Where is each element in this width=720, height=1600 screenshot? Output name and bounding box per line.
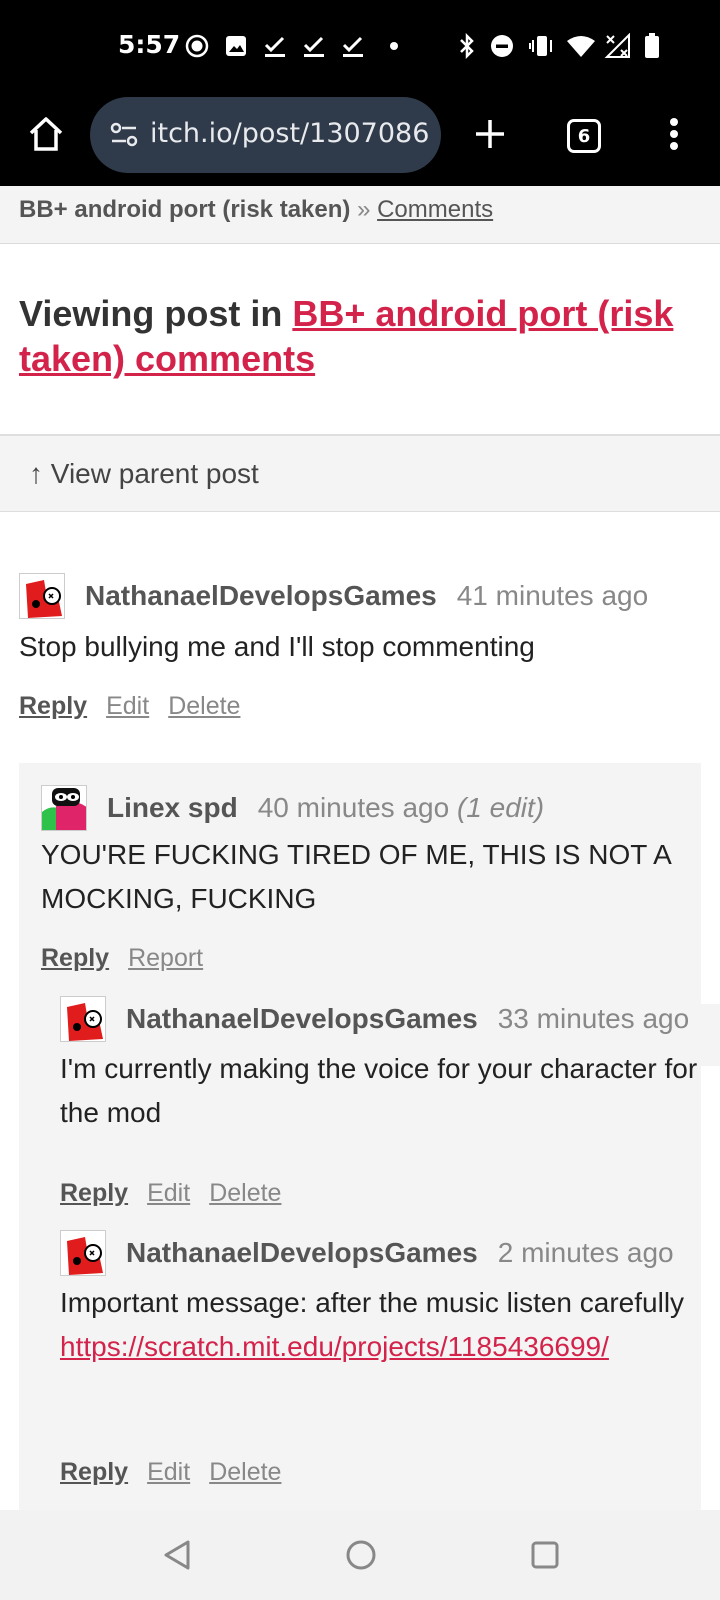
clock: 5:57 xyxy=(118,30,181,59)
breadcrumb: BB+ android port (risk taken) » Comments xyxy=(0,186,720,244)
comment-time[interactable]: 33 minutes ago xyxy=(498,1003,689,1035)
page-title-prefix: Viewing post in xyxy=(19,293,293,334)
comment-time[interactable]: 41 minutes ago xyxy=(457,580,648,612)
browser-toolbar: itch.io/post/1307086 6 xyxy=(0,92,720,186)
edit-note: (1 edit) xyxy=(456,792,545,823)
breadcrumb-separator: » xyxy=(357,196,371,223)
comment-body-text: Important message: after the music liste… xyxy=(60,1287,685,1318)
breadcrumb-comments-link[interactable]: Comments xyxy=(377,196,493,223)
home-icon[interactable] xyxy=(22,110,70,158)
image-icon xyxy=(224,34,248,58)
comment-author[interactable]: NathanaelDevelopsGames xyxy=(126,1003,478,1035)
reply-button[interactable]: Reply xyxy=(60,1458,128,1487)
reply-button[interactable]: Reply xyxy=(19,692,87,721)
bluetooth-icon xyxy=(455,33,479,59)
url-text[interactable]: itch.io/post/1307086 xyxy=(150,118,429,149)
new-tab-icon[interactable] xyxy=(466,110,514,158)
comment-header: NathanaelDevelopsGames 41 minutes ago xyxy=(19,571,648,621)
delete-button[interactable]: Delete xyxy=(209,1179,281,1208)
edit-button[interactable]: Edit xyxy=(147,1179,190,1208)
delete-button[interactable]: Delete xyxy=(209,1458,281,1487)
check-icon xyxy=(341,34,365,58)
site-settings-icon[interactable] xyxy=(110,121,138,154)
more-menu-icon[interactable] xyxy=(650,110,698,158)
home-nav-icon[interactable] xyxy=(338,1532,384,1578)
comment-time[interactable]: 2 minutes ago xyxy=(498,1237,674,1269)
do-not-disturb-icon xyxy=(490,34,514,58)
comment-header: NathanaelDevelopsGames 2 minutes ago xyxy=(60,1228,674,1278)
comment-link[interactable]: https://scratch.mit.edu/projects/1185436… xyxy=(60,1331,609,1362)
avatar[interactable] xyxy=(41,785,87,831)
report-button[interactable]: Report xyxy=(128,944,203,973)
comment-actions: Reply Edit Delete xyxy=(60,1179,281,1208)
delete-button[interactable]: Delete xyxy=(168,692,240,721)
comment-author[interactable]: Linex spd xyxy=(107,792,238,824)
record-icon xyxy=(185,34,209,58)
comment-actions: Reply Edit Delete xyxy=(60,1458,281,1487)
comment-header: NathanaelDevelopsGames 33 minutes ago xyxy=(60,994,689,1044)
avatar[interactable] xyxy=(19,573,65,619)
comment-time-text: 40 minutes ago xyxy=(257,792,450,823)
back-icon[interactable] xyxy=(154,1532,200,1578)
comment-body: I'm currently making the voice for your … xyxy=(60,1053,698,1128)
comment-body: Important message: after the music liste… xyxy=(60,1281,700,1369)
system-navigation-bar xyxy=(0,1510,720,1600)
comment-author[interactable]: NathanaelDevelopsGames xyxy=(126,1237,478,1269)
tab-switcher-button[interactable]: 6 xyxy=(564,116,604,156)
comment-body: Stop bullying me and I'll stop commentin… xyxy=(19,631,535,662)
nested-reply-edge xyxy=(701,1004,720,1066)
comment-body: YOU'RE FUCKING TIRED OF ME, THIS IS NOT … xyxy=(41,839,671,914)
view-parent-post-link[interactable]: ↑ View parent post xyxy=(0,434,720,512)
breadcrumb-game[interactable]: BB+ android port (risk taken) xyxy=(19,196,350,223)
battery-icon xyxy=(640,33,664,58)
reply-button[interactable]: Reply xyxy=(41,944,109,973)
dot-icon xyxy=(382,34,406,58)
wifi-icon xyxy=(566,34,596,58)
status-bar: 5:57 xyxy=(0,0,720,92)
check-icon xyxy=(302,34,326,58)
recents-icon[interactable] xyxy=(522,1532,568,1578)
edit-button[interactable]: Edit xyxy=(106,692,149,721)
reply-button[interactable]: Reply xyxy=(60,1179,128,1208)
no-signal-icon xyxy=(604,33,632,58)
comment-actions: Reply Edit Delete xyxy=(19,692,240,721)
avatar[interactable] xyxy=(60,1230,106,1276)
page-content: BB+ android port (risk taken) » Comments… xyxy=(0,186,720,1510)
tab-count: 6 xyxy=(567,119,601,153)
comment-author[interactable]: NathanaelDevelopsGames xyxy=(85,580,437,612)
edit-button[interactable]: Edit xyxy=(147,1458,190,1487)
address-bar[interactable]: itch.io/post/1307086 xyxy=(90,97,441,173)
page-title: Viewing post in BB+ android port (risk t… xyxy=(19,291,699,381)
avatar[interactable] xyxy=(60,996,106,1042)
comment-actions: Reply Report xyxy=(41,944,203,973)
check-icon xyxy=(263,34,287,58)
comment-header: Linex spd 40 minutes ago (1 edit) xyxy=(41,783,544,833)
comment-time[interactable]: 40 minutes ago (1 edit) xyxy=(258,792,544,824)
vibrate-icon xyxy=(529,34,553,58)
